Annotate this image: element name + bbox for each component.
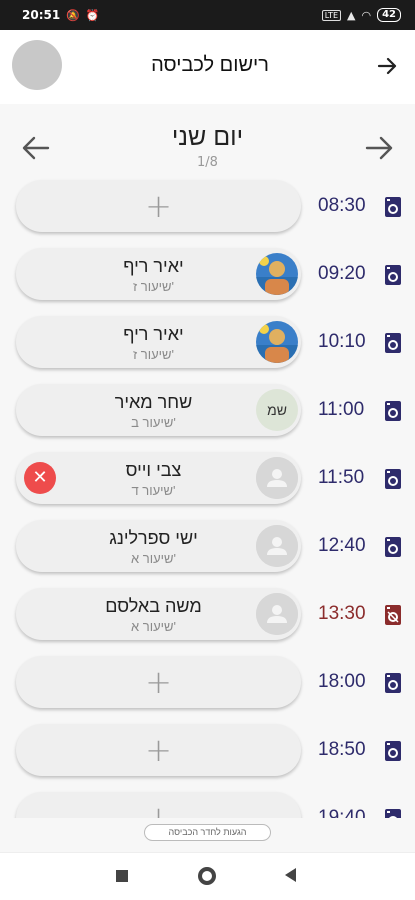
page-title: רישום לכביסה	[151, 54, 269, 76]
booking-class: שיעור ד'	[131, 483, 176, 498]
slot-row: + 08:30	[0, 178, 415, 232]
booking-card[interactable]: יאיר ריף שיעור ז'	[16, 316, 301, 368]
booking-card[interactable]: שחר מאיר שיעור ב' שמ	[16, 384, 301, 436]
slot-time: 09:20	[318, 263, 366, 284]
booking-name: צבי וייס	[125, 460, 182, 480]
network-type: LTE	[321, 9, 341, 21]
slot-time: 08:30	[318, 195, 366, 216]
booking-class: שיעור ז'	[132, 279, 175, 294]
home-button[interactable]	[198, 867, 216, 885]
slot-row: ✕ צבי וייס שיעור ד' 11:50	[0, 450, 415, 504]
add-booking-button[interactable]: +	[16, 180, 301, 232]
app-header: רישום לכביסה	[0, 30, 415, 104]
profile-photo	[256, 253, 298, 295]
slot-time: 18:00	[318, 671, 366, 692]
remove-booking-button[interactable]: ✕	[24, 462, 56, 494]
recents-button[interactable]	[116, 870, 128, 882]
slot-list: + 08:30 יאיר ריף שיעור ז' 09:20 יאיר ריף…	[0, 178, 415, 818]
wifi-icon: ◠	[361, 8, 372, 22]
washing-machine-icon	[385, 809, 401, 818]
default-avatar-icon	[256, 457, 298, 499]
plus-icon: +	[145, 799, 172, 818]
slot-row: + 18:50	[0, 722, 415, 776]
washing-machine-icon	[385, 469, 401, 489]
booking-class: שיעור ז'	[132, 347, 175, 362]
booking-name: יאיר ריף	[123, 256, 184, 276]
laundry-room-arrivals-link[interactable]: הגעות לחדר הכביסה	[144, 824, 271, 841]
day-navigator: יום שני 1/8	[0, 118, 415, 178]
washing-machine-icon	[385, 401, 401, 421]
slot-time: 13:30	[318, 603, 366, 624]
initials-avatar: שמ	[256, 389, 298, 431]
slot-row: + 18:00	[0, 654, 415, 708]
slot-time: 19:40	[318, 807, 366, 818]
add-booking-button[interactable]: +	[16, 792, 301, 818]
notification-off-icon: 🔕	[66, 8, 80, 22]
default-avatar-icon	[256, 525, 298, 567]
alarm-icon: ⏰	[85, 8, 100, 22]
back-button[interactable]	[285, 868, 296, 882]
slot-time: 12:40	[318, 535, 366, 556]
slot-row: שחר מאיר שיעור ב' שמ 11:00	[0, 382, 415, 436]
app-screen: 20:51 🔕 ⏰ LTE ▲ ◠ 42 רישום לכביסה יום שנ…	[0, 0, 415, 900]
booking-name: יאיר ריף	[123, 324, 184, 344]
plus-icon: +	[145, 731, 172, 769]
status-left: 20:51 🔕 ⏰	[22, 8, 100, 22]
slot-time: 11:50	[318, 467, 365, 488]
washing-machine-unavailable-icon	[385, 605, 401, 625]
signal-icon: ▲	[347, 8, 356, 22]
slot-row: ישי ספרלינג שיעור א' 12:40	[0, 518, 415, 572]
washing-machine-icon	[385, 333, 401, 353]
booking-card[interactable]: ✕ צבי וייס שיעור ד'	[16, 452, 301, 504]
booking-card[interactable]: יאיר ריף שיעור ז'	[16, 248, 301, 300]
battery-indicator: 42	[377, 8, 401, 22]
washing-machine-icon	[385, 741, 401, 761]
washing-machine-icon	[385, 673, 401, 693]
booking-class: שיעור א'	[130, 551, 176, 566]
plus-icon: +	[145, 663, 172, 701]
slot-time: 10:10	[318, 331, 366, 352]
status-bar: 20:51 🔕 ⏰ LTE ▲ ◠ 42	[0, 0, 415, 30]
user-avatar[interactable]	[12, 40, 62, 90]
slot-row: יאיר ריף שיעור ז' 09:20	[0, 246, 415, 300]
slot-time: 11:00	[318, 399, 365, 420]
back-arrow-icon[interactable]	[375, 54, 399, 78]
booking-name: ישי ספרלינג	[109, 528, 198, 548]
next-day-arrow-icon[interactable]	[363, 132, 395, 164]
booking-class: שיעור ב'	[131, 415, 176, 430]
booking-name: שחר מאיר	[114, 392, 193, 412]
booking-card[interactable]: משה באלסם שיעור א'	[16, 588, 301, 640]
add-booking-button[interactable]: +	[16, 724, 301, 776]
system-nav-bar	[0, 852, 415, 900]
washing-machine-icon	[385, 265, 401, 285]
plus-icon: +	[145, 187, 172, 225]
slot-row: משה באלסם שיעור א' 13:30	[0, 586, 415, 640]
washing-machine-icon	[385, 537, 401, 557]
booking-class: שיעור א'	[130, 619, 176, 634]
slot-time: 18:50	[318, 739, 366, 760]
washing-machine-icon	[385, 197, 401, 217]
status-time: 20:51	[22, 8, 61, 22]
default-avatar-icon	[256, 593, 298, 635]
profile-photo	[256, 321, 298, 363]
day-page-indicator: 1/8	[197, 155, 218, 170]
status-right: LTE ▲ ◠ 42	[321, 8, 401, 22]
slot-row: יאיר ריף שיעור ז' 10:10	[0, 314, 415, 368]
booking-card[interactable]: ישי ספרלינג שיעור א'	[16, 520, 301, 572]
booking-name: משה באלסם	[105, 596, 202, 616]
add-booking-button[interactable]: +	[16, 656, 301, 708]
slot-row: + 19:40	[0, 790, 415, 818]
prev-day-arrow-icon[interactable]	[20, 132, 52, 164]
day-title: יום שני	[171, 123, 244, 151]
